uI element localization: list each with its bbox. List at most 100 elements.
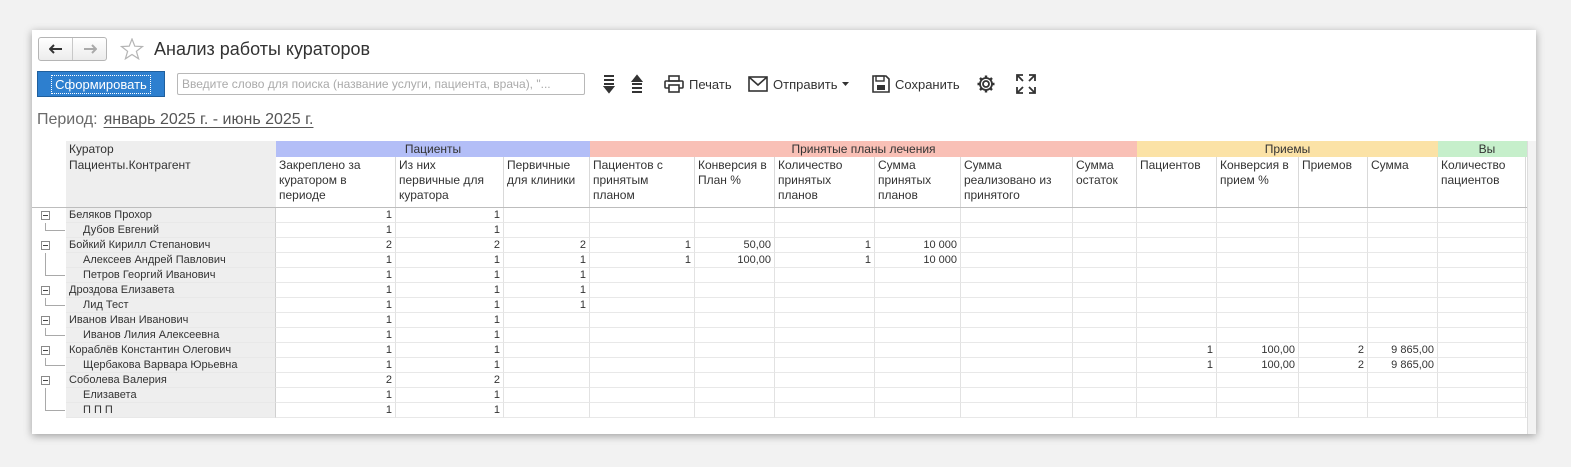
table-cell[interactable] (961, 268, 1073, 283)
table-cell[interactable] (695, 343, 775, 358)
table-cell[interactable] (775, 358, 875, 373)
forward-button[interactable] (72, 38, 106, 60)
table-cell[interactable] (504, 403, 590, 418)
table-cell[interactable]: 9 865,00 (1368, 343, 1438, 358)
table-cell[interactable] (695, 358, 775, 373)
table-cell[interactable] (695, 268, 775, 283)
table-cell[interactable]: 10 000 (875, 238, 961, 253)
table-cell[interactable] (590, 298, 695, 313)
table-cell[interactable]: 2 (396, 238, 504, 253)
column-header[interactable]: Сумма (1368, 157, 1438, 207)
table-cell[interactable]: 1 (276, 298, 396, 313)
table-cell[interactable] (1368, 268, 1438, 283)
search-input[interactable]: Введите слово для поиска (название услуг… (177, 73, 585, 95)
table-cell[interactable] (695, 313, 775, 328)
table-cell[interactable] (961, 223, 1073, 238)
table-cell[interactable] (1217, 238, 1299, 253)
table-cell[interactable]: 1 (396, 328, 504, 343)
table-cell[interactable] (695, 208, 775, 223)
table-cell[interactable] (1137, 328, 1217, 343)
curator-row[interactable]: Кораблёв Константин Олегович 1 1 1 100,00 2 9 … (32, 343, 1536, 358)
back-button[interactable] (39, 38, 72, 60)
table-cell[interactable] (961, 373, 1073, 388)
table-cell[interactable] (1438, 298, 1526, 313)
table-cell[interactable] (775, 283, 875, 298)
table-cell[interactable]: 1 (396, 298, 504, 313)
table-cell[interactable]: 1 (396, 388, 504, 403)
table-cell[interactable] (504, 328, 590, 343)
table-cell[interactable]: 1 (590, 238, 695, 253)
column-header[interactable]: Приемов (1299, 157, 1368, 207)
table-cell[interactable]: 1 (1137, 358, 1217, 373)
table-cell[interactable] (1368, 283, 1438, 298)
table-cell[interactable] (1217, 328, 1299, 343)
table-cell[interactable] (961, 403, 1073, 418)
collapse-toggle-icon[interactable] (41, 316, 50, 325)
table-cell[interactable] (961, 313, 1073, 328)
collapse-all-button[interactable] (630, 73, 644, 95)
table-cell[interactable] (1217, 313, 1299, 328)
table-cell[interactable]: 1 (396, 223, 504, 238)
column-header[interactable]: Первичные для клиники (504, 157, 590, 207)
table-cell[interactable] (695, 403, 775, 418)
table-cell[interactable] (1438, 313, 1526, 328)
table-cell[interactable] (695, 388, 775, 403)
table-cell[interactable]: 100,00 (695, 253, 775, 268)
vertical-scrollbar[interactable] (1527, 141, 1536, 434)
patient-row[interactable]: Дубов Евгений 1 1 (32, 223, 1536, 238)
table-cell[interactable] (775, 223, 875, 238)
collapse-toggle-icon[interactable] (41, 376, 50, 385)
table-cell[interactable] (1073, 208, 1137, 223)
table-cell[interactable]: 1 (276, 268, 396, 283)
table-cell[interactable] (590, 388, 695, 403)
table-cell[interactable] (1299, 283, 1368, 298)
table-cell[interactable] (961, 328, 1073, 343)
table-cell[interactable]: 1 (276, 223, 396, 238)
table-cell[interactable]: 2 (504, 238, 590, 253)
table-cell[interactable]: 1 (276, 253, 396, 268)
table-cell[interactable]: 1 (396, 208, 504, 223)
table-cell[interactable] (961, 388, 1073, 403)
table-cell[interactable] (875, 358, 961, 373)
table-cell[interactable] (1438, 223, 1526, 238)
table-cell[interactable]: 1 (276, 388, 396, 403)
column-header[interactable]: Пациентов (1137, 157, 1217, 207)
table-cell[interactable] (590, 358, 695, 373)
table-cell[interactable] (590, 328, 695, 343)
table-cell[interactable] (504, 313, 590, 328)
table-cell[interactable] (961, 253, 1073, 268)
table-cell[interactable] (1438, 283, 1526, 298)
table-cell[interactable] (504, 373, 590, 388)
table-cell[interactable]: 100,00 (1217, 343, 1299, 358)
report-table[interactable]: Куратор Пациенты.Контрагент Пациенты При… (32, 141, 1536, 434)
column-header[interactable]: Закреплено за куратором в периоде (276, 157, 396, 207)
table-cell[interactable] (961, 238, 1073, 253)
table-cell[interactable] (590, 403, 695, 418)
table-cell[interactable] (1438, 208, 1526, 223)
table-cell[interactable] (1299, 253, 1368, 268)
patient-row[interactable]: Лид Тест 1 1 1 (32, 298, 1536, 313)
table-cell[interactable]: 1 (396, 253, 504, 268)
table-cell[interactable]: 1 (276, 328, 396, 343)
settings-button[interactable] (976, 73, 996, 95)
table-cell[interactable] (1217, 223, 1299, 238)
table-cell[interactable] (1217, 253, 1299, 268)
table-cell[interactable] (1217, 268, 1299, 283)
tree-cell[interactable] (32, 283, 66, 298)
table-cell[interactable]: 50,00 (695, 238, 775, 253)
table-cell[interactable] (961, 208, 1073, 223)
table-cell[interactable]: 1 (276, 358, 396, 373)
table-cell[interactable] (1299, 388, 1368, 403)
table-cell[interactable] (590, 283, 695, 298)
table-cell[interactable] (1217, 298, 1299, 313)
table-cell[interactable] (695, 298, 775, 313)
send-button[interactable]: Отправить (748, 73, 850, 95)
table-cell[interactable]: 2 (1299, 343, 1368, 358)
table-cell[interactable] (1137, 208, 1217, 223)
table-cell[interactable] (1073, 373, 1137, 388)
table-cell[interactable] (775, 328, 875, 343)
table-cell[interactable] (1073, 238, 1137, 253)
table-cell[interactable] (1368, 388, 1438, 403)
table-cell[interactable] (1137, 223, 1217, 238)
table-cell[interactable] (1073, 328, 1137, 343)
